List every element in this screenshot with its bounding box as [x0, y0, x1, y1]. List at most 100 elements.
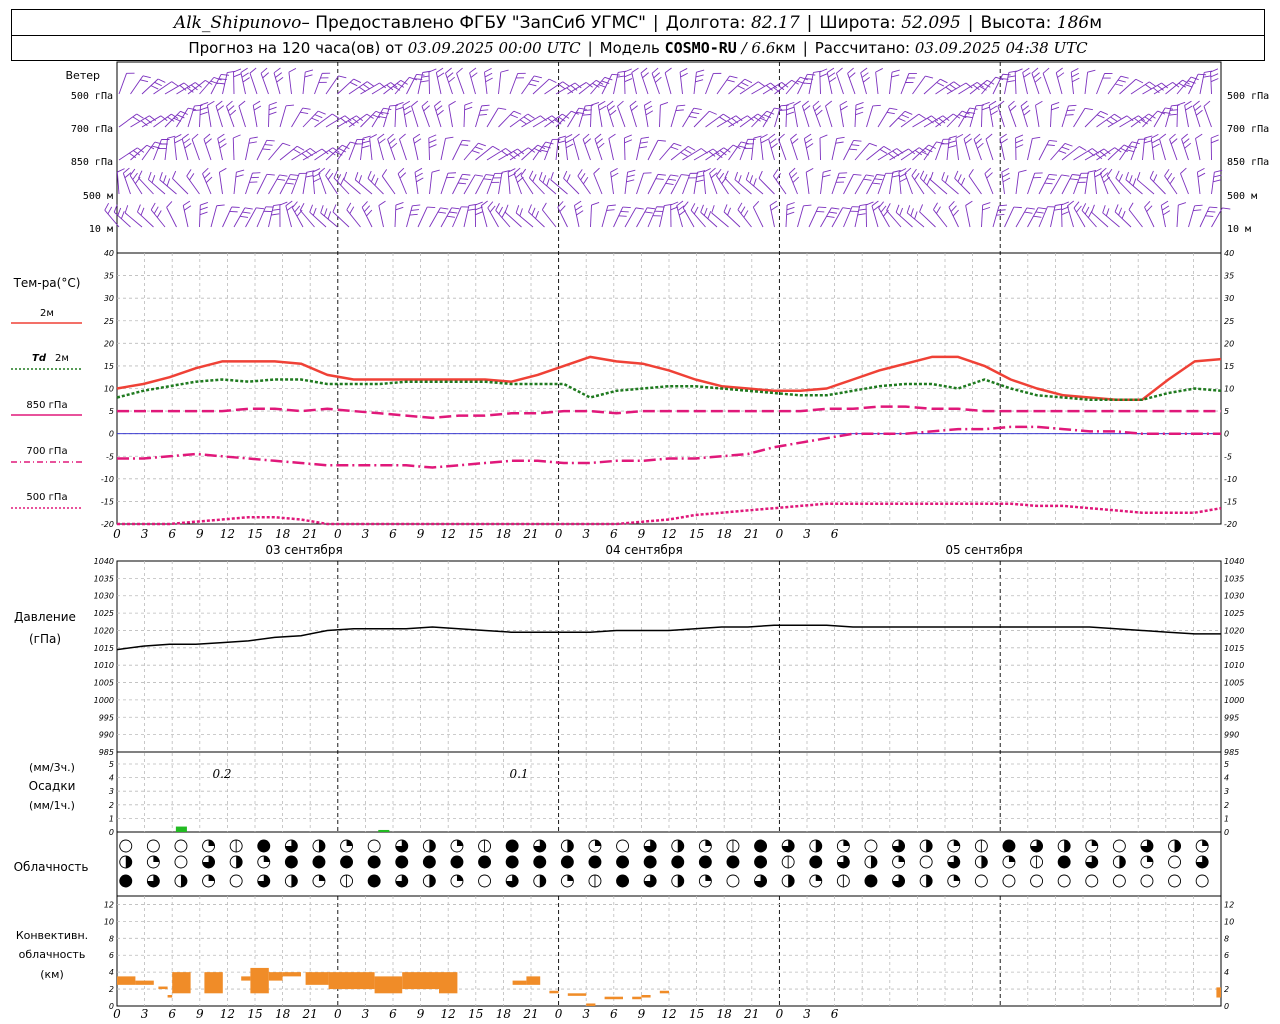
wind-barb-flag — [906, 205, 911, 213]
wind-barb-staff — [1073, 207, 1086, 228]
x-tick-label: 21 — [522, 527, 538, 541]
cloud-symbol-fill — [368, 856, 381, 868]
wind-barb-flag — [582, 133, 590, 140]
wind-barb — [984, 167, 994, 195]
wind-barb-flag — [285, 182, 294, 185]
pressure-tick-label: 985 — [99, 748, 114, 757]
cloud-symbol — [119, 874, 133, 888]
wind-barb-staff — [1153, 107, 1166, 128]
wind-barb-flag — [608, 133, 616, 139]
wind-barb-flag — [249, 136, 258, 139]
wind-barb-staff — [1073, 148, 1093, 161]
wind-barb — [608, 133, 616, 161]
cloud-symbol-fill — [644, 856, 657, 868]
wind-barb — [578, 79, 604, 95]
cloud-symbol — [588, 855, 602, 869]
wind-barb-staff — [268, 104, 270, 128]
wind-barb-flag — [287, 178, 297, 181]
wind-barb-staff — [682, 207, 695, 228]
wind-barb-flag — [528, 83, 537, 87]
temp-tick-label-right: 35 — [1224, 272, 1234, 281]
wind-barb-flag — [1110, 116, 1118, 122]
wind-barb-flag — [753, 201, 760, 208]
temp-tick-label: 5 — [109, 407, 114, 416]
wind-barb-flag — [931, 115, 939, 122]
legend-t850-label: 850 гПа — [26, 400, 67, 411]
wind-barb — [187, 80, 213, 95]
wind-barb-flag — [740, 82, 749, 87]
cloud-symbol — [229, 855, 243, 869]
wind-barb — [367, 170, 384, 195]
conv-title-2: облачность — [19, 948, 86, 961]
cloud-symbol-circle — [1085, 874, 1099, 888]
cloud-symbol-fill — [705, 875, 712, 881]
wind-barb-flag — [464, 106, 473, 111]
wind-barb-flag — [914, 172, 920, 180]
wind-barb-flag — [816, 211, 825, 213]
wind-barb-flag — [861, 72, 869, 78]
precip-unit-1h: (мм/1ч.) — [29, 799, 75, 812]
cloud-symbol-fill — [1174, 840, 1181, 852]
wind-barb-flag — [1193, 209, 1202, 211]
wind-barb-staff — [1188, 205, 1196, 228]
wind-barb-flag — [860, 67, 868, 74]
wind-barb-flag — [723, 204, 728, 213]
wind-barb — [613, 206, 631, 228]
wind-barb-staff — [788, 173, 798, 195]
cloud-symbol — [1168, 855, 1182, 869]
wind-barb-flag — [624, 134, 632, 139]
wind-barb-flag — [812, 100, 820, 107]
wind-barb-flag — [805, 138, 813, 144]
wind-barb-flag — [1210, 73, 1219, 78]
wind-barb — [968, 169, 982, 195]
wind-barb-flag — [718, 172, 725, 180]
x-tick-label: 18 — [717, 527, 733, 541]
legend-t500-label: 500 гПа — [26, 492, 67, 503]
conv-tick-label-right: 6 — [1224, 951, 1229, 960]
x-tick-label: 21 — [522, 1007, 538, 1021]
wind-barb — [790, 133, 799, 161]
legend-t2m-label: 2м — [40, 308, 54, 319]
wind-barb-flag — [1178, 202, 1187, 206]
cloud-symbol-circle — [1112, 874, 1126, 888]
wind-barb-flag — [436, 67, 444, 73]
cloud-symbol-fill — [953, 840, 960, 846]
wind-barb-staff — [636, 207, 648, 228]
wind-barb — [737, 202, 752, 228]
wind-barb-staff — [378, 205, 384, 228]
wind-barb-staff — [948, 206, 959, 228]
wind-barb-staff — [946, 138, 950, 161]
wind-barb — [137, 204, 154, 228]
wind-barb-staff — [647, 140, 659, 161]
wind-barb-flag — [157, 78, 166, 83]
wind-barb-staff — [1128, 209, 1143, 228]
wind-barb-flag — [174, 138, 183, 144]
wind-barb-staff — [463, 104, 466, 128]
wind-barb-flag — [403, 105, 411, 111]
wind-barb — [166, 201, 177, 228]
wind-barb-staff — [670, 105, 678, 128]
wind-barb-staff — [831, 173, 840, 195]
wind-barb-flag — [792, 176, 800, 183]
wind-barb — [176, 82, 202, 95]
wind-barb — [452, 139, 471, 161]
pressure-tick-label-right: 1015 — [1224, 644, 1244, 653]
wind-barb — [606, 100, 617, 128]
wind-barb-flag — [806, 143, 814, 149]
wind-barb-flag — [627, 169, 636, 173]
wind-barb-flag — [673, 142, 682, 147]
wind-barb-flag — [1105, 208, 1110, 217]
wind-barb-flag — [691, 111, 700, 115]
x-tick-label: 21 — [302, 527, 318, 541]
wind-barb-flag — [1009, 105, 1017, 112]
wind-barb-staff — [843, 140, 854, 161]
wind-barb — [515, 205, 534, 228]
wind-barb — [199, 201, 209, 228]
wind-barb-flag — [242, 77, 250, 83]
wind-barb — [513, 167, 524, 195]
wind-barb-flag — [446, 215, 455, 218]
wind-barb — [421, 100, 430, 128]
wind-barb-flag — [1072, 77, 1080, 83]
wind-barb-flag — [990, 110, 998, 116]
wind-barb-flag — [657, 173, 666, 176]
